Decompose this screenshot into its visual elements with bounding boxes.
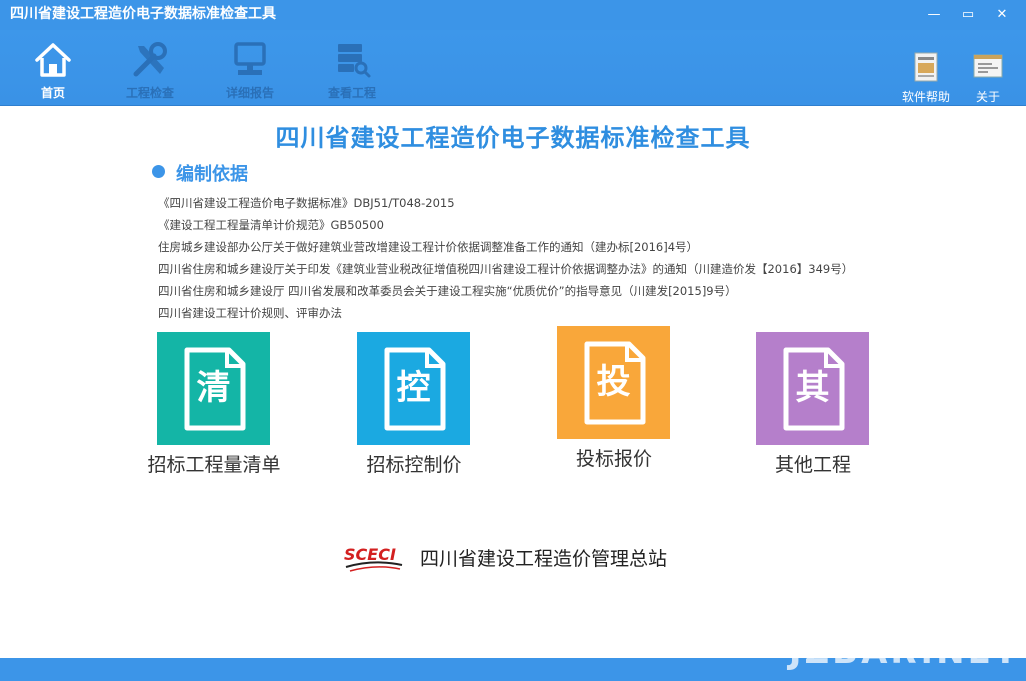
- toolbar-home-button[interactable]: 首页: [13, 40, 93, 102]
- basis-list: 《四川省建设工程造价电子数据标准》DBJ51/T048-2015 《建设工程工程…: [158, 192, 918, 324]
- basis-item: 四川省建设工程计价规则、评审办法: [158, 306, 342, 320]
- page-title: 四川省建设工程造价电子数据标准检查工具: [275, 123, 751, 152]
- restore-button[interactable]: ▭: [956, 4, 980, 26]
- organization-name: 四川省建设工程造价管理总站: [420, 548, 668, 570]
- tile-char: 清: [196, 368, 231, 408]
- tile-label[interactable]: 招标控制价: [324, 453, 504, 477]
- basis-item: 《建设工程工程量清单计价规范》GB50500: [158, 218, 384, 232]
- title-bar: 四川省建设工程造价电子数据标准检查工具 — ▭ ✕: [0, 0, 1026, 30]
- database-search-icon: [338, 44, 371, 78]
- section-title: 编制依据: [176, 164, 248, 185]
- tile-char: 投: [596, 362, 631, 402]
- sceci-logo: SCECI: [344, 545, 403, 572]
- minimize-button[interactable]: —: [922, 4, 946, 26]
- toolbar-about-button[interactable]: 关于: [958, 52, 1018, 108]
- tile-other-projects[interactable]: 其: [756, 332, 869, 445]
- basis-item: 《四川省建设工程造价电子数据标准》DBJ51/T048-2015: [158, 196, 455, 210]
- tools-icon: [133, 42, 167, 77]
- about-window-icon: [973, 54, 1003, 78]
- help-doc-icon: [914, 52, 938, 82]
- basis-item: 住房城乡建设部办公厅关于做好建筑业营改增建设工程计价依据调整准备工作的通知（建办…: [158, 240, 699, 254]
- toolbar-help-label: 软件帮助: [901, 90, 950, 104]
- window-title: 四川省建设工程造价电子数据标准检查工具: [10, 6, 276, 22]
- toolbar-view-label: 查看工程: [327, 86, 376, 100]
- tile-char: 其: [795, 368, 830, 408]
- bullet-dot-icon: [152, 165, 165, 178]
- toolbar-check-label: 工程检查: [125, 86, 174, 100]
- tile-bid-quotation[interactable]: 投: [557, 326, 670, 439]
- toolbar-home-label: 首页: [40, 86, 65, 100]
- watermark-text: JZBAR.NET: [788, 632, 1020, 672]
- basis-item: 四川省住房和城乡建设厅 四川省发展和改革委员会关于建设工程实施“优质优价”的指导…: [158, 284, 737, 298]
- main-toolbar: 首页 工程检查 详细报告 查看工程 软件帮助 关于: [0, 30, 1026, 106]
- tile-label[interactable]: 招标工程量清单: [124, 453, 304, 477]
- monitor-icon: [234, 42, 266, 75]
- tile-char: 控: [396, 368, 431, 408]
- logo-text: SCECI: [344, 545, 396, 564]
- toolbar-report-label: 详细报告: [225, 86, 274, 100]
- toolbar-report-button[interactable]: 详细报告: [210, 40, 290, 102]
- toolbar-help-button[interactable]: 软件帮助: [896, 52, 956, 108]
- tile-bid-control-price[interactable]: 控: [357, 332, 470, 445]
- toolbar-about-label: 关于: [975, 90, 1000, 104]
- toolbar-view-button[interactable]: 查看工程: [312, 40, 392, 102]
- tile-label[interactable]: 投标报价: [524, 447, 704, 471]
- tile-bid-quantity-list[interactable]: 清: [157, 332, 270, 445]
- tile-label[interactable]: 其他工程: [723, 453, 903, 477]
- home-icon: [35, 43, 71, 77]
- toolbar-check-button[interactable]: 工程检查: [110, 40, 190, 102]
- basis-item: 四川省住房和城乡建设厅关于印发《建筑业营业税改征增值税四川省建设工程计价依据调整…: [158, 262, 854, 276]
- close-button[interactable]: ✕: [990, 4, 1014, 26]
